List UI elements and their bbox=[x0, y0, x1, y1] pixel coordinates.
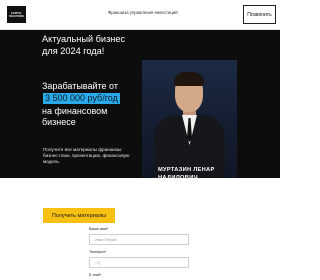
site-header: CAPITAL SOLUTIONS Франшиза управления ин… bbox=[0, 0, 280, 30]
hero-section: Актуальный бизнес для 2024 года! Зарабат… bbox=[0, 30, 280, 178]
company-logo[interactable]: CAPITAL SOLUTIONS bbox=[7, 6, 26, 23]
hero-earn-text: Зарабатывайте от bbox=[42, 81, 118, 91]
name-input[interactable] bbox=[89, 234, 189, 245]
hero-description: Получите все материалы франшизы: бизнес-… bbox=[43, 147, 130, 164]
logo-line-2: SOLUTIONS bbox=[9, 14, 24, 18]
founder-name: МУРТАЗИН ЛЕНАР НАДИЛОВИЧ bbox=[158, 167, 215, 178]
founder-portrait: МУРТАЗИН ЛЕНАР НАДИЛОВИЧ Основатель комп… bbox=[142, 60, 237, 178]
call-button[interactable]: Позвонить bbox=[243, 5, 276, 24]
hero-business-text: на финансовом бизнесе bbox=[42, 106, 108, 127]
phone-input[interactable] bbox=[89, 257, 189, 268]
portrait-hair bbox=[174, 72, 204, 86]
name-label: Ваше имя* bbox=[89, 227, 109, 231]
phone-label: Телефон* bbox=[89, 250, 107, 254]
get-materials-button[interactable]: Получить материалы bbox=[43, 208, 115, 223]
header-tagline: Франшиза управления инвестиций bbox=[108, 10, 178, 15]
email-label: E-mail* bbox=[89, 273, 102, 277]
hero-price-badge: 3 500 000 руб/год bbox=[43, 93, 120, 104]
hero-title: Актуальный бизнес для 2024 года! bbox=[42, 34, 126, 56]
